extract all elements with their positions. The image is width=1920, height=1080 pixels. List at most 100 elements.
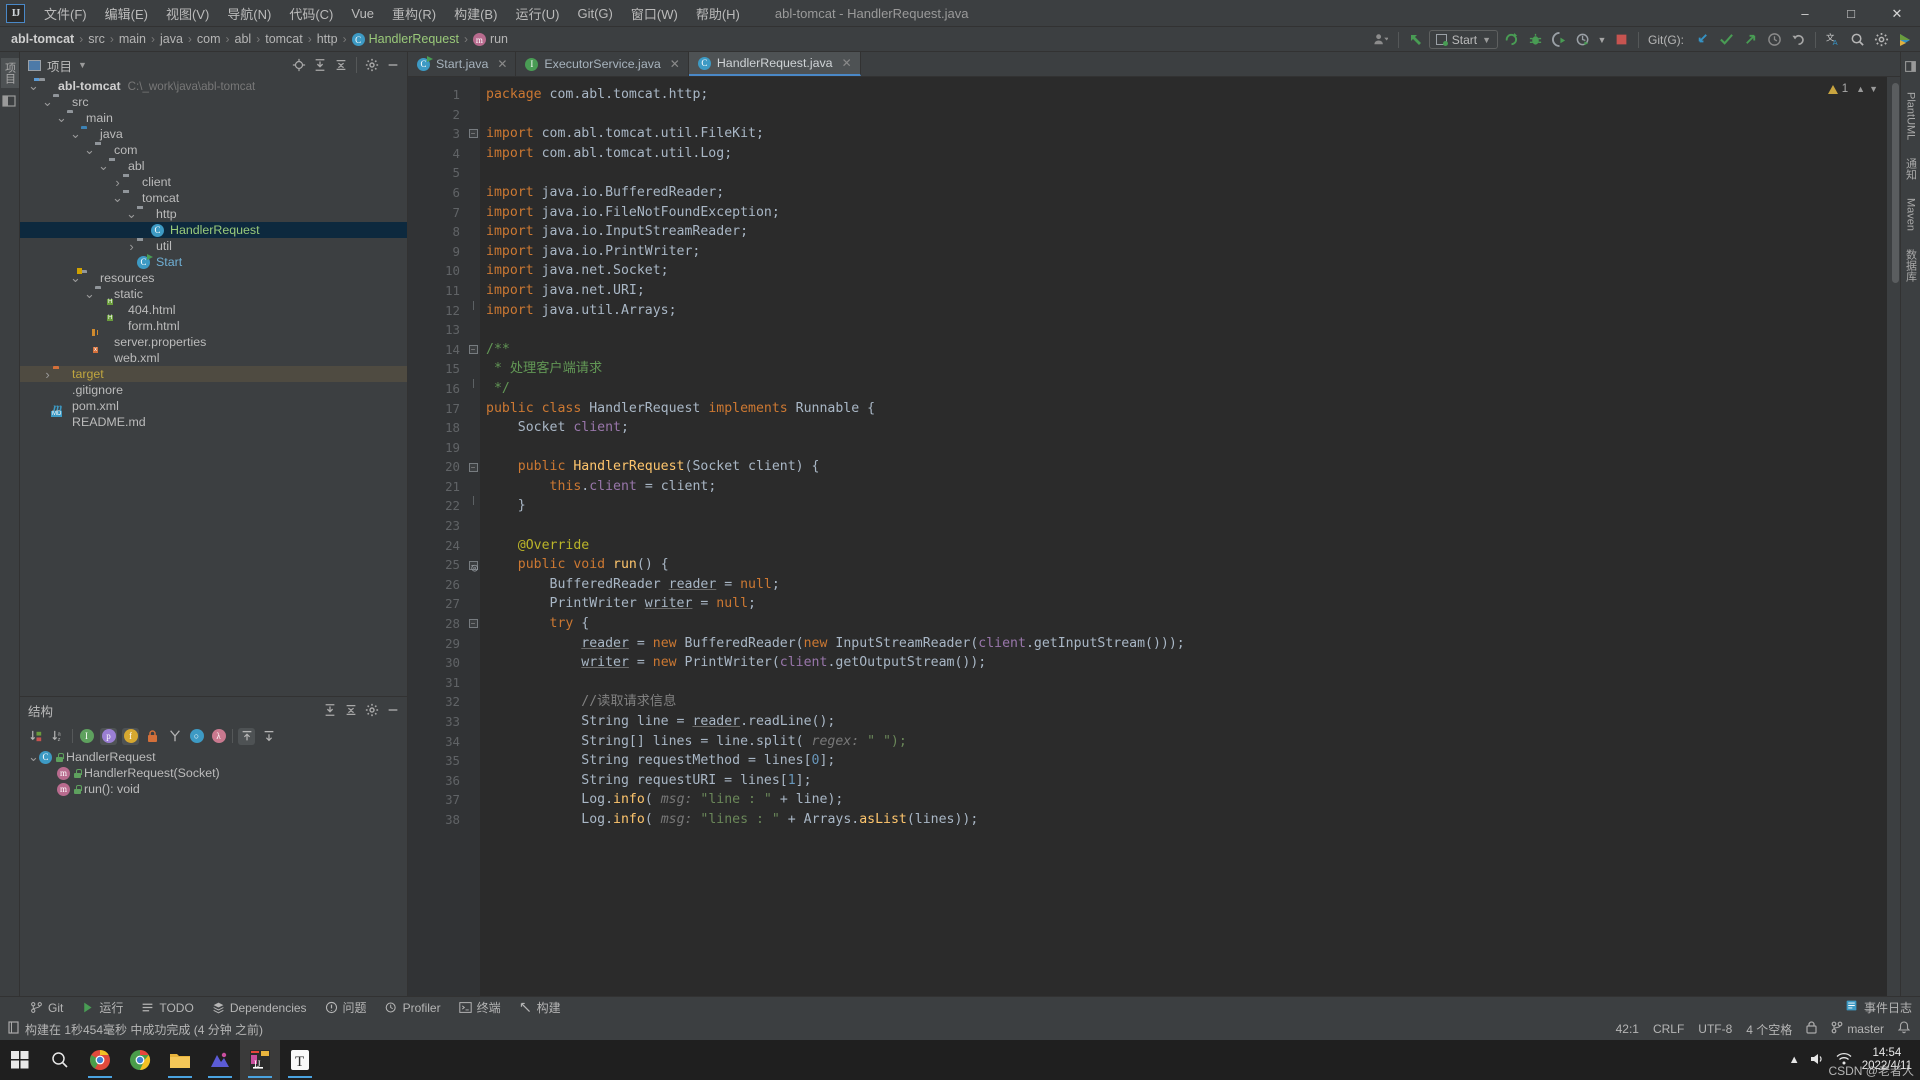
bottom-tab-构建[interactable]: 构建 xyxy=(511,997,569,1018)
chrome-icon[interactable] xyxy=(120,1040,160,1080)
code-line-6[interactable]: import java.io.BufferedReader; xyxy=(486,183,1887,203)
collapse-all-icon[interactable] xyxy=(331,55,351,75)
project-tree-item-static[interactable]: ⌄ static xyxy=(20,286,407,302)
bottom-tab-Git[interactable]: Git xyxy=(22,999,71,1017)
chevron-down-icon[interactable]: ⌄ xyxy=(70,127,81,140)
chevron-down-icon[interactable]: ⌄ xyxy=(126,207,137,220)
git-history-icon[interactable] xyxy=(1763,29,1785,51)
chevron-down-icon[interactable]: ⌄ xyxy=(84,287,95,300)
project-tree-item-java[interactable]: ⌄ java xyxy=(20,126,407,142)
code-line-29[interactable]: reader = new BufferedReader(new InputStr… xyxy=(486,634,1887,654)
menu-item-9[interactable]: Git(G) xyxy=(568,3,621,24)
code-line-10[interactable]: import java.net.Socket; xyxy=(486,261,1887,281)
chevron-right-icon[interactable]: › xyxy=(42,367,53,382)
chevron-down-icon[interactable]: ▼ xyxy=(1869,84,1878,94)
code-line-15[interactable]: * 处理客户端请求 xyxy=(486,359,1887,379)
volume-icon[interactable] xyxy=(1810,1052,1826,1069)
structure-tree-item-HandlerRequest(Socket)[interactable]: m HandlerRequest(Socket) xyxy=(20,765,407,781)
show-fields-icon[interactable]: f xyxy=(122,727,139,745)
project-tree-item-tomcat[interactable]: ⌄ tomcat xyxy=(20,190,407,206)
wps-icon[interactable] xyxy=(200,1040,240,1080)
bottom-tab-Profiler[interactable]: Profiler xyxy=(377,999,449,1017)
start-icon[interactable] xyxy=(0,1040,40,1080)
event-log-label[interactable]: 事件日志 xyxy=(1864,999,1912,1016)
code-line-33[interactable]: String line = reader.readLine(); xyxy=(486,712,1887,732)
chevron-down-icon[interactable]: ⌄ xyxy=(56,111,67,124)
back-arrow-icon[interactable] xyxy=(1405,29,1427,51)
code-line-13[interactable] xyxy=(486,320,1887,340)
menu-item-0[interactable]: 文件(F) xyxy=(35,1,96,26)
chevron-down-icon[interactable]: ⌄ xyxy=(84,143,95,156)
profiler-icon[interactable] xyxy=(1572,29,1594,51)
breadcrumb-item-main[interactable]: main xyxy=(116,31,149,47)
settings-icon[interactable] xyxy=(362,55,382,75)
project-tree-item-HandlerRequest[interactable]: C HandlerRequest xyxy=(20,222,407,238)
override-gutter-icon[interactable]: ◎ xyxy=(471,558,478,578)
chevron-down-icon[interactable]: ⌄ xyxy=(42,95,53,108)
menu-item-3[interactable]: 导航(N) xyxy=(218,1,280,26)
caret-position[interactable]: 42:1 xyxy=(1616,1022,1639,1036)
source-code[interactable]: package com.abl.tomcat.http; import com.… xyxy=(480,77,1887,996)
show-lambdas-icon[interactable]: λ xyxy=(210,728,227,745)
menu-item-6[interactable]: 重构(R) xyxy=(383,1,445,26)
error-stripe[interactable] xyxy=(1887,77,1900,996)
show-non-public-icon[interactable] xyxy=(144,728,161,745)
notifications-icon[interactable] xyxy=(1897,1021,1911,1037)
project-tree-item-util[interactable]: › util xyxy=(20,238,407,254)
chevron-down-icon[interactable]: ▼ xyxy=(1596,29,1608,51)
code-line-9[interactable]: import java.io.PrintWriter; xyxy=(486,242,1887,262)
code-line-31[interactable] xyxy=(486,673,1887,693)
structure-tree[interactable]: ⌄ C HandlerRequest m HandlerRequest(Socket) m… xyxy=(20,749,407,996)
project-panel-title-group[interactable]: 项目 ▼ xyxy=(28,56,87,75)
code-line-16[interactable]: */ xyxy=(486,379,1887,399)
bottom-tab-终端[interactable]: 终端 xyxy=(451,997,509,1018)
code-line-11[interactable]: import java.net.URI; xyxy=(486,281,1887,301)
chevron-right-icon[interactable]: › xyxy=(112,175,123,190)
stop-icon[interactable] xyxy=(1610,29,1632,51)
project-tree-item-abl[interactable]: ⌄ abl xyxy=(20,158,407,174)
code-line-36[interactable]: String requestURI = lines[1]; xyxy=(486,771,1887,791)
inspection-widget[interactable]: 1 ▲ ▼ xyxy=(1827,83,1878,95)
collapse-all-icon[interactable] xyxy=(341,700,361,720)
code-line-7[interactable]: import java.io.FileNotFoundException; xyxy=(486,203,1887,223)
menu-item-1[interactable]: 编辑(E) xyxy=(96,1,157,26)
bottom-tab-问题[interactable]: 问题 xyxy=(317,997,375,1018)
project-tree-item-form.html[interactable]: Hform.html xyxy=(20,314,407,334)
chevron-down-icon[interactable]: ⌄ xyxy=(70,271,81,284)
git-commit-icon[interactable] xyxy=(1715,29,1737,51)
debug-icon[interactable] xyxy=(1524,29,1546,51)
run-with-coverage-icon[interactable] xyxy=(1548,29,1570,51)
minimize-button[interactable]: – xyxy=(1782,0,1828,27)
collapse-all-icon[interactable] xyxy=(260,728,277,745)
bottom-tab-TODO[interactable]: TODO xyxy=(133,999,201,1017)
git-rollback-icon[interactable] xyxy=(1787,29,1809,51)
editor-tab-Start.java[interactable]: C Start.java ✕ xyxy=(408,52,517,76)
chevron-up-icon[interactable]: ▲ xyxy=(1856,84,1865,94)
settings-icon[interactable] xyxy=(1870,29,1892,51)
rail-item-notifications[interactable]: 通知 xyxy=(1902,154,1920,184)
structure-tree-item-run(): void[interactable]: m run(): void xyxy=(20,781,407,797)
breadcrumb-item-HandlerRequest[interactable]: C HandlerRequest xyxy=(349,31,462,48)
typora-icon[interactable]: T xyxy=(280,1040,320,1080)
project-tree-item-404.html[interactable]: H 404.html xyxy=(20,298,407,318)
code-line-34[interactable]: String[] lines = line.split( regex: " ")… xyxy=(486,732,1887,752)
sort-alphabetically-icon[interactable]: az xyxy=(50,728,67,745)
editor-tab-HandlerRequest.java[interactable]: C HandlerRequest.java ✕ xyxy=(688,52,861,76)
code-line-26[interactable]: BufferedReader reader = null; xyxy=(486,575,1887,595)
build-status[interactable]: 构建在 1秒454毫秒 中成功完成 (4 分钟 之前) xyxy=(8,1021,263,1038)
code-viewport[interactable]: 1 2 3 4 5 6 7 8 9 10 11 12 13 14 15 16 17 18 19 20 21 22 23 24 ◎… xyxy=(408,77,1900,996)
breadcrumb-item-abl-tomcat[interactable]: abl-tomcat xyxy=(8,31,77,47)
code-line-21[interactable]: this.client = client; xyxy=(486,477,1887,497)
chevron-down-icon[interactable]: ⌄ xyxy=(28,750,39,763)
menu-item-2[interactable]: 视图(V) xyxy=(157,1,218,26)
code-line-14[interactable]: /** xyxy=(486,340,1887,360)
code-line-32[interactable]: //读取请求信息 xyxy=(486,692,1887,712)
code-line-3[interactable]: import com.abl.tomcat.util.FileKit; xyxy=(486,124,1887,144)
menu-item-7[interactable]: 构建(B) xyxy=(445,1,506,26)
fold-collapse-icon[interactable]: − xyxy=(468,462,478,472)
intellij-idea-icon[interactable]: IJ xyxy=(240,1040,280,1080)
code-line-35[interactable]: String requestMethod = lines[0]; xyxy=(486,751,1887,771)
code-line-5[interactable] xyxy=(486,163,1887,183)
bottom-tab-Dependencies[interactable]: Dependencies xyxy=(204,999,315,1017)
breadcrumb-item-run[interactable]: m run xyxy=(470,31,511,48)
